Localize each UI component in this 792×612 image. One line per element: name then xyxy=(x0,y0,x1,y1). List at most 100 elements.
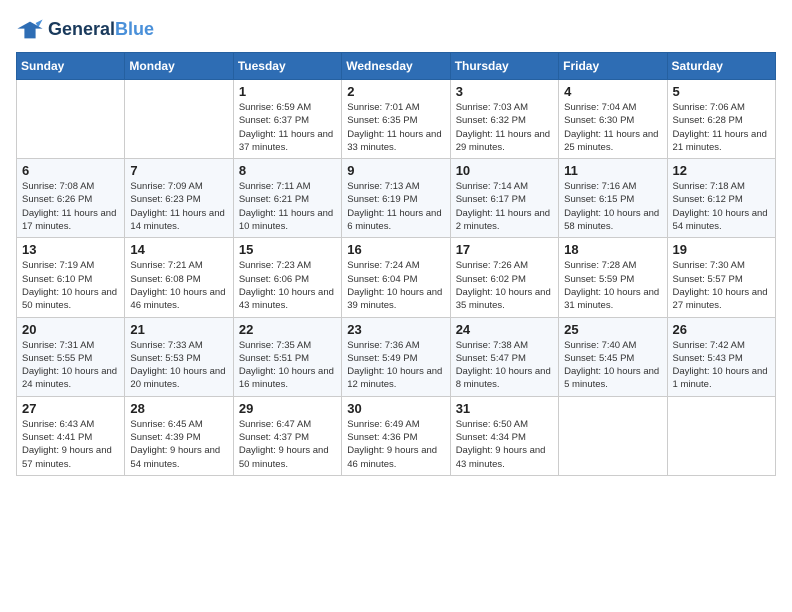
week-row-5: 27 Sunrise: 6:43 AM Sunset: 4:41 PM Dayli… xyxy=(17,396,776,475)
calendar-cell: 17Sunrise: 7:26 AM Sunset: 6:02 PM Dayli… xyxy=(450,238,558,317)
calendar-cell: 9 Sunrise: 7:13 AM Sunset: 6:19 PM Daylig… xyxy=(342,159,450,238)
day-number: 6 xyxy=(22,163,119,178)
day-number: 8 xyxy=(239,163,336,178)
day-number: 22 xyxy=(239,322,336,337)
week-row-3: 13Sunrise: 7:19 AM Sunset: 6:10 PM Dayli… xyxy=(17,238,776,317)
day-info: Sunrise: 6:43 AM Sunset: 4:41 PM Dayligh… xyxy=(22,418,119,471)
calendar-cell xyxy=(17,80,125,159)
day-number: 4 xyxy=(564,84,661,99)
day-number: 20 xyxy=(22,322,119,337)
calendar-cell: 22 Sunrise: 7:35 AM Sunset: 5:51 PM Dayli… xyxy=(233,317,341,396)
calendar-cell: 12 Sunrise: 7:18 AM Sunset: 6:12 PM Dayli… xyxy=(667,159,775,238)
calendar-cell: 29 Sunrise: 6:47 AM Sunset: 4:37 PM Dayli… xyxy=(233,396,341,475)
calendar-cell: 10 Sunrise: 7:14 AM Sunset: 6:17 PM Dayli… xyxy=(450,159,558,238)
day-header-sunday: Sunday xyxy=(17,53,125,80)
day-info: Sunrise: 7:23 AM Sunset: 6:06 PM Dayligh… xyxy=(239,259,336,312)
day-info: Sunrise: 7:18 AM Sunset: 6:12 PM Dayligh… xyxy=(673,180,770,233)
day-info: Sunrise: 7:28 AM Sunset: 5:59 PM Dayligh… xyxy=(564,259,661,312)
day-info: Sunrise: 7:01 AM Sunset: 6:35 PM Dayligh… xyxy=(347,101,444,154)
day-number: 21 xyxy=(130,322,227,337)
day-info: Sunrise: 7:38 AM Sunset: 5:47 PM Dayligh… xyxy=(456,339,553,392)
calendar-cell: 27 Sunrise: 6:43 AM Sunset: 4:41 PM Dayli… xyxy=(17,396,125,475)
calendar-cell: 31 Sunrise: 6:50 AM Sunset: 4:34 PM Dayli… xyxy=(450,396,558,475)
day-info: Sunrise: 7:36 AM Sunset: 5:49 PM Dayligh… xyxy=(347,339,444,392)
day-info: Sunrise: 6:49 AM Sunset: 4:36 PM Dayligh… xyxy=(347,418,444,471)
logo: GeneralBlue xyxy=(16,16,154,44)
day-info: Sunrise: 7:14 AM Sunset: 6:17 PM Dayligh… xyxy=(456,180,553,233)
day-number: 9 xyxy=(347,163,444,178)
day-number: 5 xyxy=(673,84,770,99)
week-row-2: 6Sunrise: 7:08 AM Sunset: 6:26 PM Daylig… xyxy=(17,159,776,238)
day-number: 11 xyxy=(564,163,661,178)
day-info: Sunrise: 7:42 AM Sunset: 5:43 PM Dayligh… xyxy=(673,339,770,392)
day-number: 26 xyxy=(673,322,770,337)
day-info: Sunrise: 7:40 AM Sunset: 5:45 PM Dayligh… xyxy=(564,339,661,392)
day-number: 23 xyxy=(347,322,444,337)
day-info: Sunrise: 6:47 AM Sunset: 4:37 PM Dayligh… xyxy=(239,418,336,471)
day-info: Sunrise: 7:33 AM Sunset: 5:53 PM Dayligh… xyxy=(130,339,227,392)
week-row-4: 20 Sunrise: 7:31 AM Sunset: 5:55 PM Dayli… xyxy=(17,317,776,396)
logo-icon xyxy=(16,16,44,44)
day-header-thursday: Thursday xyxy=(450,53,558,80)
calendar-cell: 19 Sunrise: 7:30 AM Sunset: 5:57 PM Dayli… xyxy=(667,238,775,317)
day-info: Sunrise: 7:24 AM Sunset: 6:04 PM Dayligh… xyxy=(347,259,444,312)
calendar-cell xyxy=(125,80,233,159)
calendar-cell xyxy=(559,396,667,475)
calendar-cell: 23 Sunrise: 7:36 AM Sunset: 5:49 PM Dayli… xyxy=(342,317,450,396)
calendar-cell: 2 Sunrise: 7:01 AM Sunset: 6:35 PM Daylig… xyxy=(342,80,450,159)
day-number: 29 xyxy=(239,401,336,416)
day-info: Sunrise: 7:19 AM Sunset: 6:10 PM Dayligh… xyxy=(22,259,119,312)
day-info: Sunrise: 7:13 AM Sunset: 6:19 PM Dayligh… xyxy=(347,180,444,233)
page-header: GeneralBlue xyxy=(16,16,776,44)
calendar-cell: 8 Sunrise: 7:11 AM Sunset: 6:21 PM Daylig… xyxy=(233,159,341,238)
calendar-cell: 6Sunrise: 7:08 AM Sunset: 6:26 PM Daylig… xyxy=(17,159,125,238)
day-number: 2 xyxy=(347,84,444,99)
week-row-1: 1 Sunrise: 6:59 AM Sunset: 6:37 PM Daylig… xyxy=(17,80,776,159)
calendar-header-row: SundayMondayTuesdayWednesdayThursdayFrid… xyxy=(17,53,776,80)
day-number: 18 xyxy=(564,242,661,257)
day-number: 19 xyxy=(673,242,770,257)
day-info: Sunrise: 6:50 AM Sunset: 4:34 PM Dayligh… xyxy=(456,418,553,471)
calendar-cell: 16Sunrise: 7:24 AM Sunset: 6:04 PM Dayli… xyxy=(342,238,450,317)
day-info: Sunrise: 7:11 AM Sunset: 6:21 PM Dayligh… xyxy=(239,180,336,233)
calendar-cell: 5 Sunrise: 7:06 AM Sunset: 6:28 PM Daylig… xyxy=(667,80,775,159)
calendar-cell: 18 Sunrise: 7:28 AM Sunset: 5:59 PM Dayli… xyxy=(559,238,667,317)
day-info: Sunrise: 6:59 AM Sunset: 6:37 PM Dayligh… xyxy=(239,101,336,154)
day-number: 10 xyxy=(456,163,553,178)
day-info: Sunrise: 6:45 AM Sunset: 4:39 PM Dayligh… xyxy=(130,418,227,471)
calendar-cell: 26 Sunrise: 7:42 AM Sunset: 5:43 PM Dayli… xyxy=(667,317,775,396)
day-info: Sunrise: 7:30 AM Sunset: 5:57 PM Dayligh… xyxy=(673,259,770,312)
calendar-table: SundayMondayTuesdayWednesdayThursdayFrid… xyxy=(16,52,776,476)
day-header-tuesday: Tuesday xyxy=(233,53,341,80)
calendar-cell: 3Sunrise: 7:03 AM Sunset: 6:32 PM Daylig… xyxy=(450,80,558,159)
calendar-cell: 14Sunrise: 7:21 AM Sunset: 6:08 PM Dayli… xyxy=(125,238,233,317)
day-info: Sunrise: 7:31 AM Sunset: 5:55 PM Dayligh… xyxy=(22,339,119,392)
day-number: 27 xyxy=(22,401,119,416)
day-number: 15 xyxy=(239,242,336,257)
day-header-saturday: Saturday xyxy=(667,53,775,80)
calendar-cell: 13Sunrise: 7:19 AM Sunset: 6:10 PM Dayli… xyxy=(17,238,125,317)
day-number: 31 xyxy=(456,401,553,416)
calendar-cell: 24Sunrise: 7:38 AM Sunset: 5:47 PM Dayli… xyxy=(450,317,558,396)
day-info: Sunrise: 7:09 AM Sunset: 6:23 PM Dayligh… xyxy=(130,180,227,233)
logo-text: GeneralBlue xyxy=(48,20,154,40)
day-number: 7 xyxy=(130,163,227,178)
calendar-cell: 30Sunrise: 6:49 AM Sunset: 4:36 PM Dayli… xyxy=(342,396,450,475)
calendar-cell: 21 Sunrise: 7:33 AM Sunset: 5:53 PM Dayli… xyxy=(125,317,233,396)
day-number: 3 xyxy=(456,84,553,99)
day-info: Sunrise: 7:21 AM Sunset: 6:08 PM Dayligh… xyxy=(130,259,227,312)
day-number: 12 xyxy=(673,163,770,178)
calendar-cell: 20 Sunrise: 7:31 AM Sunset: 5:55 PM Dayli… xyxy=(17,317,125,396)
day-info: Sunrise: 7:35 AM Sunset: 5:51 PM Dayligh… xyxy=(239,339,336,392)
day-info: Sunrise: 7:16 AM Sunset: 6:15 PM Dayligh… xyxy=(564,180,661,233)
calendar-cell: 7 Sunrise: 7:09 AM Sunset: 6:23 PM Daylig… xyxy=(125,159,233,238)
day-number: 25 xyxy=(564,322,661,337)
day-number: 28 xyxy=(130,401,227,416)
calendar-cell: 25 Sunrise: 7:40 AM Sunset: 5:45 PM Dayli… xyxy=(559,317,667,396)
day-number: 1 xyxy=(239,84,336,99)
calendar-cell: 28 Sunrise: 6:45 AM Sunset: 4:39 PM Dayli… xyxy=(125,396,233,475)
calendar-cell: 15 Sunrise: 7:23 AM Sunset: 6:06 PM Dayli… xyxy=(233,238,341,317)
day-info: Sunrise: 7:06 AM Sunset: 6:28 PM Dayligh… xyxy=(673,101,770,154)
day-info: Sunrise: 7:26 AM Sunset: 6:02 PM Dayligh… xyxy=(456,259,553,312)
day-info: Sunrise: 7:04 AM Sunset: 6:30 PM Dayligh… xyxy=(564,101,661,154)
